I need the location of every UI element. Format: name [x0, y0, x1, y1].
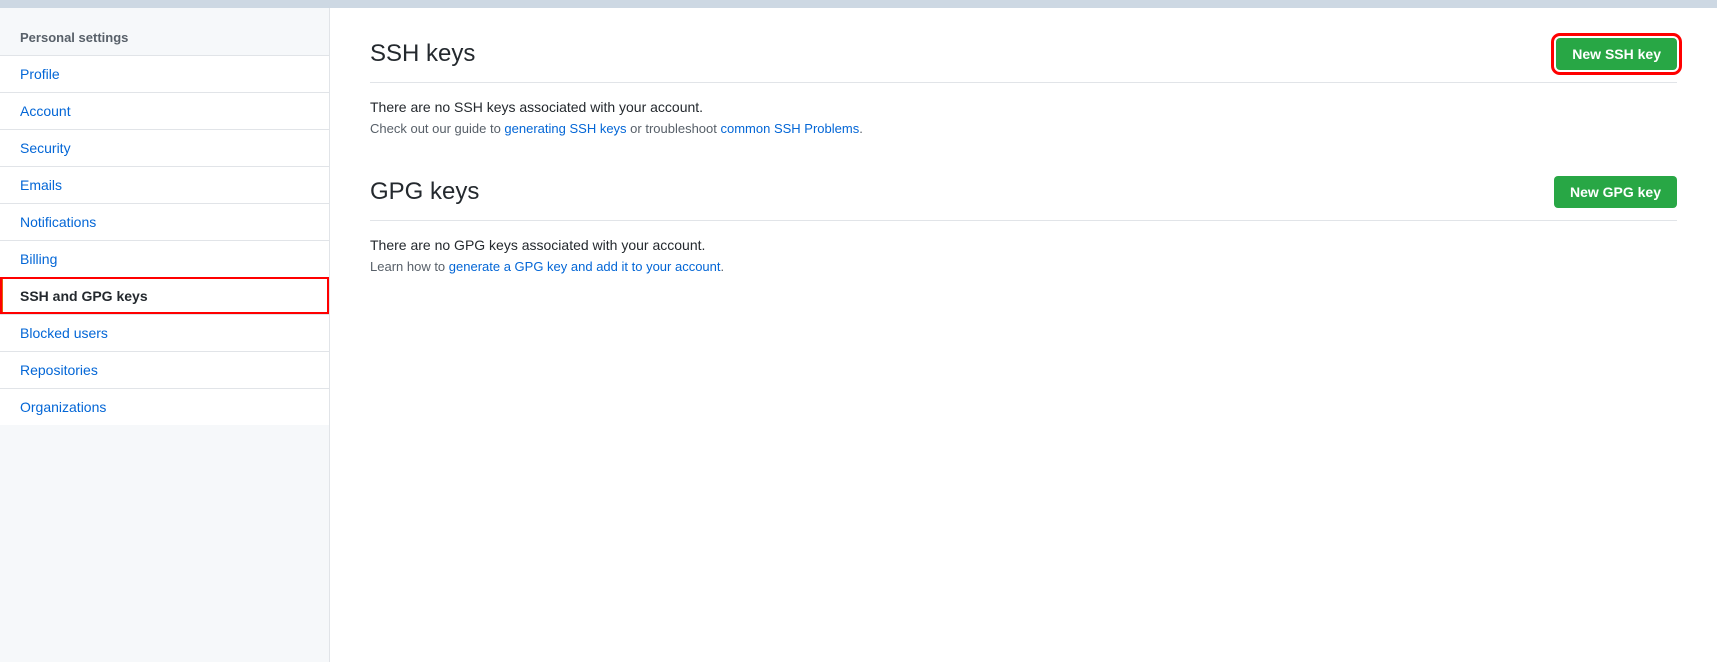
gpg-hint: Learn how to generate a GPG key and add … [370, 259, 1677, 274]
top-bar [0, 0, 1717, 8]
sidebar: Personal settings Profile Account Securi… [0, 8, 330, 662]
sidebar-item-profile[interactable]: Profile [0, 55, 329, 92]
sidebar-heading: Personal settings [0, 18, 329, 55]
gpg-hint-suffix: . [721, 259, 725, 274]
new-ssh-key-button[interactable]: New SSH key [1556, 38, 1677, 70]
sidebar-item-organizations[interactable]: Organizations [0, 388, 329, 425]
sidebar-item-repositories[interactable]: Repositories [0, 351, 329, 388]
gpg-hint-prefix: Learn how to [370, 259, 449, 274]
ssh-keys-section: SSH keys New SSH key There are no SSH ke… [370, 38, 1677, 136]
gpg-keys-header: GPG keys New GPG key [370, 176, 1677, 221]
gpg-keys-title: GPG keys [370, 178, 479, 206]
sidebar-item-security[interactable]: Security [0, 129, 329, 166]
ssh-hint-middle: or troubleshoot [627, 121, 721, 136]
gpg-generate-link[interactable]: generate a GPG key and add it to your ac… [449, 259, 721, 274]
sidebar-item-emails[interactable]: Emails [0, 166, 329, 203]
sidebar-item-blocked-users[interactable]: Blocked users [0, 314, 329, 351]
sidebar-item-account[interactable]: Account [0, 92, 329, 129]
sidebar-item-billing[interactable]: Billing [0, 240, 329, 277]
ssh-keys-header: SSH keys New SSH key [370, 38, 1677, 83]
main-content: SSH keys New SSH key There are no SSH ke… [330, 8, 1717, 662]
gpg-keys-section: GPG keys New GPG key There are no GPG ke… [370, 176, 1677, 274]
new-gpg-key-button[interactable]: New GPG key [1554, 176, 1677, 208]
ssh-hint-suffix: . [859, 121, 863, 136]
ssh-problems-link[interactable]: common SSH Problems [721, 121, 860, 136]
ssh-hint: Check out our guide to generating SSH ke… [370, 121, 1677, 136]
ssh-generating-link[interactable]: generating SSH keys [504, 121, 626, 136]
ssh-keys-title: SSH keys [370, 40, 475, 68]
sidebar-item-notifications[interactable]: Notifications [0, 203, 329, 240]
gpg-no-keys-text: There are no GPG keys associated with yo… [370, 237, 1677, 253]
ssh-hint-prefix: Check out our guide to [370, 121, 504, 136]
ssh-no-keys-text: There are no SSH keys associated with yo… [370, 99, 1677, 115]
sidebar-item-ssh-gpg-keys[interactable]: SSH and GPG keys [0, 277, 329, 314]
